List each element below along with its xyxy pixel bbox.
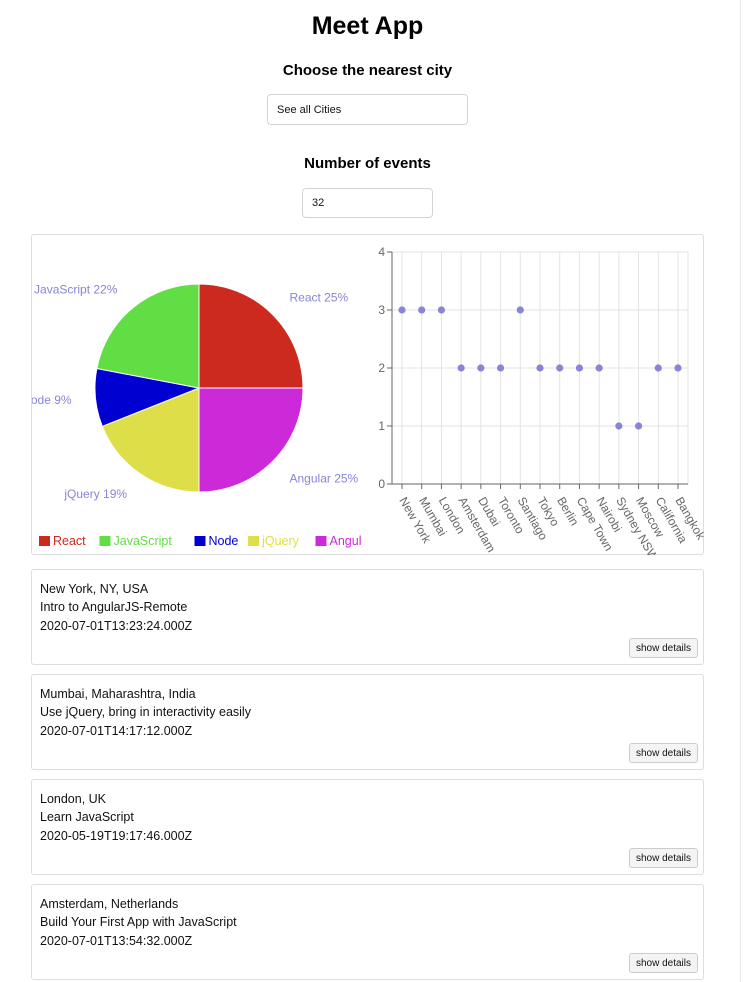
- legend-item-angular: Angular: [330, 534, 363, 548]
- y-tick-label: 1: [378, 419, 385, 433]
- scatter-point: [634, 422, 643, 430]
- x-tick-label: Santiago: [515, 495, 551, 543]
- event-date: 2020-07-01T13:54:32.000Z: [40, 934, 193, 948]
- y-tick-label: 4: [378, 245, 385, 259]
- pie-chart: React 25% Angular 25% jQuery 19% Node 9% Jav…: [32, 282, 363, 548]
- pie-slice-angular: [198, 387, 304, 493]
- x-tick-label: Berlin: [554, 495, 581, 529]
- legend-swatch: [99, 536, 111, 546]
- y-tick-label: 2: [378, 361, 385, 375]
- x-tick-label: Dubai: [475, 495, 503, 529]
- city-search-input[interactable]: [267, 94, 468, 125]
- event-summary: Build Your First App with JavaScript: [40, 915, 237, 929]
- event-card: London, UK Learn JavaScript 2020-05-19T19:…: [31, 779, 704, 875]
- y-tick-label: 3: [378, 303, 385, 317]
- pie-label: JavaScript 22%: [34, 282, 118, 296]
- legend-swatch: [39, 536, 50, 546]
- show-details-button[interactable]: show details: [628, 743, 698, 763]
- scatter-point: [457, 364, 465, 372]
- city-search-label: Choose the nearest city: [282, 62, 453, 79]
- event-date: 2020-05-19T19:17:46.000Z: [40, 829, 193, 843]
- scatter-point: [418, 306, 426, 314]
- event-card: Mumbai, Maharashtra, India Use jQuery, br…: [31, 674, 704, 770]
- pie-label: Angular 25%: [290, 472, 359, 486]
- event-location: New York, NY, USA: [40, 582, 149, 596]
- x-tick-label: Tokyo: [534, 495, 562, 529]
- scatter-point: [575, 364, 584, 372]
- scatter-point: [595, 364, 603, 372]
- event-date: 2020-07-01T14:17:12.000Z: [40, 724, 193, 738]
- x-tick-label: Amsterdam: [456, 495, 499, 555]
- x-tick-label: Nairobi: [594, 495, 625, 535]
- scatter-point: [536, 364, 544, 372]
- event-location: Mumbai, Maharashtra, India: [40, 687, 196, 701]
- legend-swatch: [315, 536, 327, 546]
- scatter-point: [477, 364, 485, 372]
- app-title: Meet App: [311, 12, 424, 40]
- event-date: 2020-07-01T13:23:24.000Z: [40, 619, 193, 633]
- x-tick-label: Cape Town: [574, 495, 616, 554]
- scatter-point: [437, 306, 446, 314]
- event-summary: Intro to AngularJS-Remote: [40, 600, 188, 614]
- number-of-events-label: Number of events: [304, 155, 431, 172]
- event-summary: Use jQuery, bring in interactivity easil…: [40, 705, 251, 719]
- legend-item-node: Node: [209, 534, 239, 548]
- x-tick-label: Mumbai: [416, 495, 449, 539]
- pie-slice-react: [198, 283, 304, 389]
- x-tick-label: New York: [396, 495, 434, 547]
- legend-swatch: [248, 536, 260, 546]
- show-details-button[interactable]: show details: [628, 953, 698, 973]
- event-summary: Learn JavaScript: [40, 810, 134, 824]
- pie-label: jQuery 19%: [63, 487, 127, 501]
- legend-item-jquery: jQuery: [261, 534, 300, 548]
- x-tick-label: Toronto: [495, 495, 527, 537]
- legend-swatch: [194, 536, 206, 546]
- scatter-point: [516, 306, 524, 314]
- x-tick-label: Bangkok: [672, 495, 705, 543]
- scatter-point: [615, 422, 623, 430]
- show-details-button[interactable]: show details: [628, 638, 698, 658]
- charts-container: React 25% Angular 25% jQuery 19% Node 9% Jav…: [31, 234, 705, 556]
- x-tick-label: Sydney NSW: [613, 495, 661, 556]
- x-tick-label: California: [653, 495, 691, 546]
- legend-item-react: React: [53, 534, 86, 548]
- event-card: New York, NY, USA Intro to AngularJS-Remo…: [31, 569, 704, 665]
- show-details-button[interactable]: show details: [628, 848, 698, 868]
- scatter-point: [496, 364, 505, 372]
- scatter-point: [556, 364, 564, 372]
- scatter-point: [674, 364, 682, 372]
- number-of-events-input[interactable]: [302, 188, 433, 218]
- event-location: Amsterdam, Netherlands: [40, 897, 179, 911]
- event-location: London, UK: [40, 792, 107, 806]
- page-scroll-edge: [740, 0, 741, 982]
- x-tick-label: Moscow: [633, 495, 667, 540]
- y-tick-label: 0: [378, 477, 385, 491]
- scatter-point: [654, 364, 662, 372]
- pie-label: React 25%: [290, 290, 349, 304]
- pie-label: Node 9%: [32, 393, 72, 407]
- scatter-point: [398, 306, 406, 314]
- event-card: Amsterdam, Netherlands Build Your First A…: [31, 884, 704, 980]
- x-tick-label: London: [436, 495, 468, 537]
- legend-item-javascript: JavaScript: [114, 534, 173, 548]
